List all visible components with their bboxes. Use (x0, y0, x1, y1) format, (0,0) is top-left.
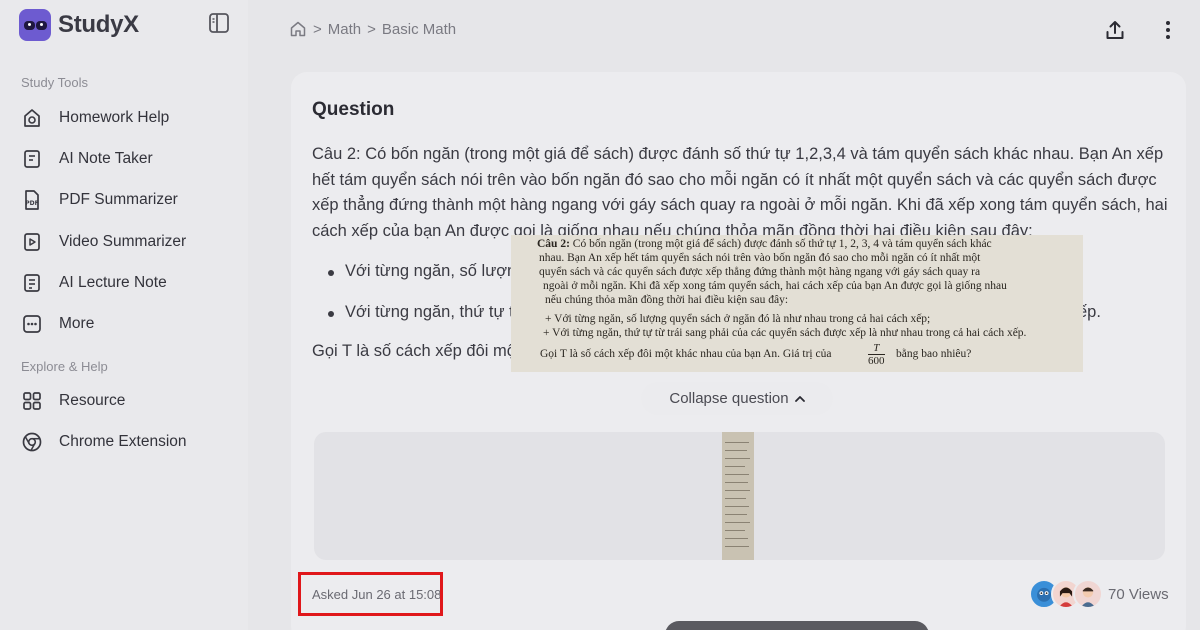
scan-line: nhau. Bạn An xếp hết tám quyển sách nói … (539, 252, 981, 264)
sidebar-item-pdf-summarizer[interactable]: PDF PDF Summarizer (21, 185, 178, 215)
bullet-text: Với từng ngăn, số lượng (345, 262, 526, 280)
scan-line: Gọi T là số cách xếp đôi một khác nhau c… (540, 348, 832, 360)
floating-action-bar[interactable] (665, 621, 929, 630)
sidebar-toggle-icon[interactable] (208, 12, 230, 34)
kebab-menu-icon (1166, 21, 1170, 39)
viewer-avatars (1029, 579, 1105, 611)
question-image-preview[interactable]: Câu 2: Có bốn ngăn (trong một giá để sác… (511, 235, 1083, 372)
bullet-text: Với từng ngăn, thứ tự t (345, 303, 514, 321)
breadcrumb-separator: > (367, 20, 376, 38)
home-icon[interactable] (289, 20, 307, 38)
question-title: Question (312, 99, 395, 120)
pdf-icon: PDF (25, 190, 39, 210)
highlight-box (298, 572, 443, 616)
section-study-tools: Study Tools (21, 75, 88, 90)
chevron-up-icon (794, 395, 805, 402)
video-icon (24, 233, 40, 251)
breadcrumb-separator: > (313, 20, 322, 38)
breadcrumb-math[interactable]: Math (328, 21, 361, 38)
more-options-button[interactable] (1149, 11, 1187, 49)
chrome-icon (22, 432, 42, 452)
collapse-question-label: Collapse question (669, 390, 789, 407)
views-count: 70 Views (1108, 586, 1169, 603)
app-name: StudyX (58, 11, 139, 38)
sidebar-item-chrome-extension[interactable]: Chrome Extension (21, 427, 187, 457)
sidebar-item-label: PDF Summarizer (59, 191, 178, 208)
scan-line: nếu chúng thỏa mãn đồng thời hai điều ki… (545, 294, 789, 306)
scan-fraction: T 600 (868, 342, 885, 367)
upload-icon (1106, 21, 1124, 39)
sidebar: StudyX Study Tools Homework Help AI Note… (0, 0, 248, 630)
scan-line: quyển sách và các quyển sách được xếp th… (539, 266, 981, 278)
sidebar-item-ai-note-taker[interactable]: AI Note Taker (21, 144, 153, 174)
sidebar-item-label: Homework Help (59, 109, 170, 126)
scan-line: + Với từng ngăn, thứ tự từ trái sang phả… (543, 327, 1027, 339)
sidebar-item-ai-lecture-note[interactable]: AI Lecture Note (21, 268, 167, 298)
section-explore-help: Explore & Help (21, 359, 108, 374)
app-logo[interactable]: StudyX (19, 9, 139, 41)
sidebar-item-label: Resource (59, 392, 126, 409)
sidebar-item-homework-help[interactable]: Homework Help (21, 103, 169, 133)
breadcrumb-basic-math[interactable]: Basic Math (382, 21, 456, 38)
collapse-question-button[interactable]: Collapse question (641, 382, 833, 415)
sidebar-item-video-summarizer[interactable]: Video Summarizer (21, 227, 186, 257)
sidebar-item-more[interactable]: More (21, 309, 94, 339)
scan-line: ngoài ở mỗi ngăn. Khi đã xếp xong tám qu… (543, 280, 1007, 292)
avatar (1073, 579, 1103, 609)
grid-icon (23, 392, 41, 410)
logo-icon (19, 9, 51, 41)
question-last-line: Gọi T là số cách xếp đôi mộ (312, 342, 516, 360)
lecture-icon (24, 274, 40, 292)
scan-line: bằng bao nhiêu? (896, 348, 972, 360)
note-icon (24, 150, 40, 168)
more-icon (23, 315, 41, 333)
scan-line: + Với từng ngăn, số lượng quyển sách ở n… (545, 313, 931, 325)
sidebar-item-label: AI Lecture Note (59, 274, 167, 291)
sidebar-item-label: Chrome Extension (59, 433, 187, 450)
svg-text:PDF: PDF (25, 200, 38, 207)
share-button[interactable] (1096, 11, 1134, 49)
sidebar-item-resource[interactable]: Resource (21, 386, 125, 416)
question-text: Câu 2: Có bốn ngăn (trong một giá để sác… (312, 145, 1168, 240)
sidebar-item-label: More (59, 315, 95, 332)
scan-line: Câu 2: Có bốn ngăn (trong một giá để sác… (537, 238, 992, 250)
breadcrumb: > Math > Basic Math (289, 20, 456, 38)
sidebar-item-label: Video Summarizer (59, 233, 187, 250)
homework-icon (24, 109, 40, 127)
sidebar-item-label: AI Note Taker (59, 150, 153, 167)
attachment-thumbnail[interactable] (722, 432, 754, 560)
